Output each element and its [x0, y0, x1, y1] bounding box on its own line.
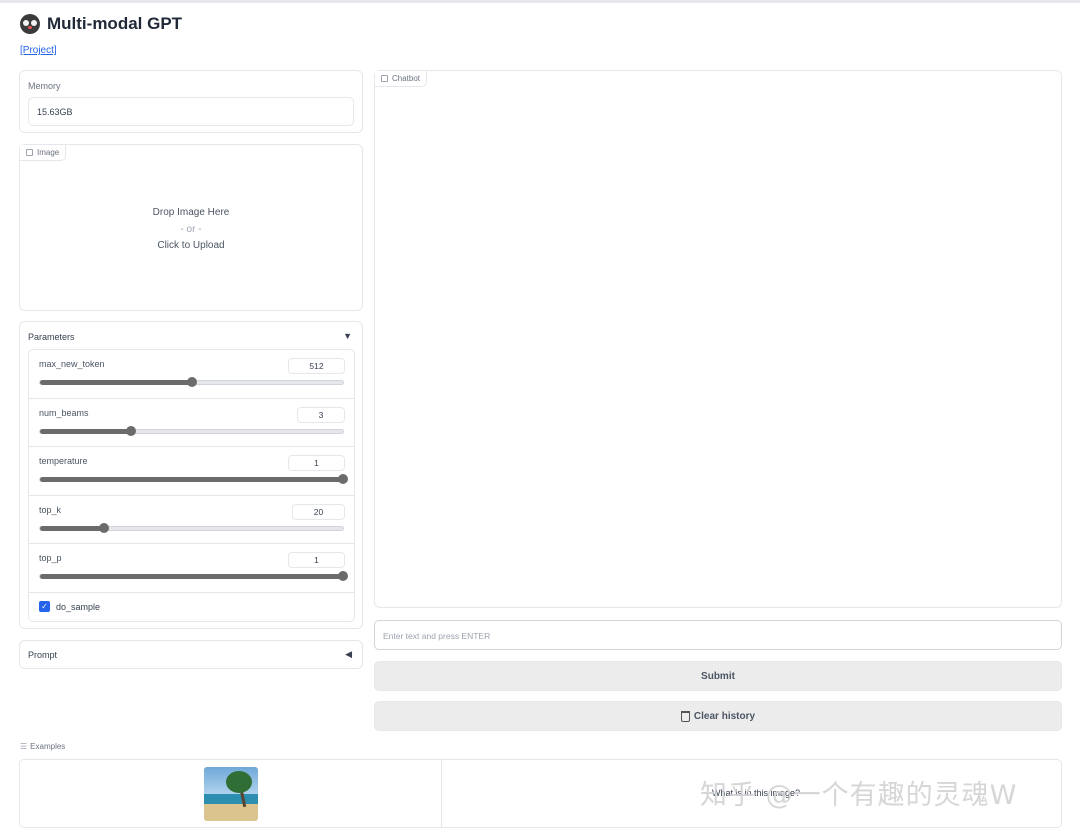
image-tab-text: Image	[37, 148, 60, 157]
top-border	[0, 0, 1080, 3]
click-upload-text: Click to Upload	[157, 240, 225, 251]
param-row-max-new-token: max_new_token 512	[29, 350, 354, 399]
do-sample-label: do_sample	[56, 601, 101, 612]
param-number-input[interactable]: 1	[288, 552, 345, 568]
param-label: num_beams	[39, 407, 89, 418]
param-label: temperature	[39, 456, 88, 466]
param-label: top_k	[39, 504, 62, 515]
param-label: max_new_token	[39, 359, 105, 369]
param-row-temperature: temperature 1	[29, 447, 354, 496]
chat-icon	[381, 75, 388, 82]
clear-history-label: Clear history	[693, 710, 756, 722]
memory-field[interactable]: 15.63GB	[28, 97, 354, 126]
param-row-top-p: top_p 1	[29, 544, 354, 593]
list-icon: ☰	[20, 742, 28, 751]
param-number-input[interactable]: 3	[297, 406, 345, 423]
image-tab-label: Image	[20, 145, 67, 161]
param-row-top-k: top_k 20	[29, 496, 354, 544]
beach-thumbnail[interactable]	[204, 767, 258, 821]
param-label: top_p	[39, 553, 62, 563]
slider-thumb[interactable]	[186, 377, 197, 387]
examples-header: ☰ Examples	[20, 742, 65, 751]
trash-icon	[680, 710, 690, 722]
example-image-cell[interactable]	[20, 760, 442, 827]
memory-label: Memory	[28, 81, 61, 91]
slider-thumb[interactable]	[338, 571, 348, 581]
chatbot-panel: Chatbot	[374, 70, 1062, 608]
parameter-list: max_new_token 512 num_beams 3 temperatur…	[28, 349, 355, 622]
chatbot-tab-label: Chatbot	[375, 71, 428, 87]
slider-thumb[interactable]	[338, 474, 348, 484]
chat-text-input[interactable]: Enter text and press ENTER	[374, 620, 1062, 650]
param-slider[interactable]	[39, 522, 344, 533]
watermark: 知乎 @一个有趣的灵魂W	[700, 780, 1018, 811]
expand-caret-icon[interactable]: ◀	[345, 649, 352, 660]
param-number-input[interactable]: 1	[288, 455, 345, 471]
param-slider[interactable]	[39, 377, 344, 387]
clear-history-button[interactable]: Clear history	[374, 701, 1062, 731]
or-text: - or -	[180, 223, 202, 235]
param-number-input[interactable]: 20	[292, 503, 345, 520]
app-header: Multi-modal GPT	[20, 14, 182, 34]
prompt-label: Prompt	[28, 650, 58, 660]
param-number-input[interactable]: 512	[288, 358, 345, 374]
slider-thumb[interactable]	[125, 425, 136, 436]
chatbot-tab-text: Chatbot	[392, 74, 421, 83]
image-icon	[26, 149, 33, 156]
submit-button[interactable]: Submit	[374, 661, 1062, 691]
param-slider[interactable]	[39, 425, 344, 436]
collapse-caret-icon[interactable]: ▼	[343, 331, 352, 341]
parameters-header[interactable]: Parameters	[28, 332, 75, 342]
parameters-panel: Parameters ▼ max_new_token 512 num_beams…	[19, 321, 363, 629]
prompt-accordion[interactable]: Prompt ◀	[19, 640, 363, 669]
do-sample-checkbox-row[interactable]: ✓ do_sample	[39, 601, 100, 612]
drop-text: Drop Image Here	[152, 207, 230, 218]
param-row-num-beams: num_beams 3	[29, 399, 354, 447]
page-title: Multi-modal GPT	[47, 14, 183, 33]
memory-panel: Memory 15.63GB	[19, 70, 363, 133]
image-upload-panel[interactable]: Image Drop Image Here - or - Click to Up…	[19, 144, 363, 311]
do-sample-checkbox[interactable]: ✓	[39, 601, 50, 612]
image-dropzone[interactable]: Drop Image Here - or - Click to Upload	[20, 205, 362, 255]
submit-label: Submit	[701, 670, 735, 682]
param-slider[interactable]	[39, 571, 348, 581]
examples-label: Examples	[30, 742, 66, 751]
panda-logo-icon	[20, 14, 40, 34]
project-link[interactable]: [Project]	[20, 45, 57, 56]
param-slider[interactable]	[39, 474, 348, 484]
slider-thumb[interactable]	[98, 522, 109, 533]
